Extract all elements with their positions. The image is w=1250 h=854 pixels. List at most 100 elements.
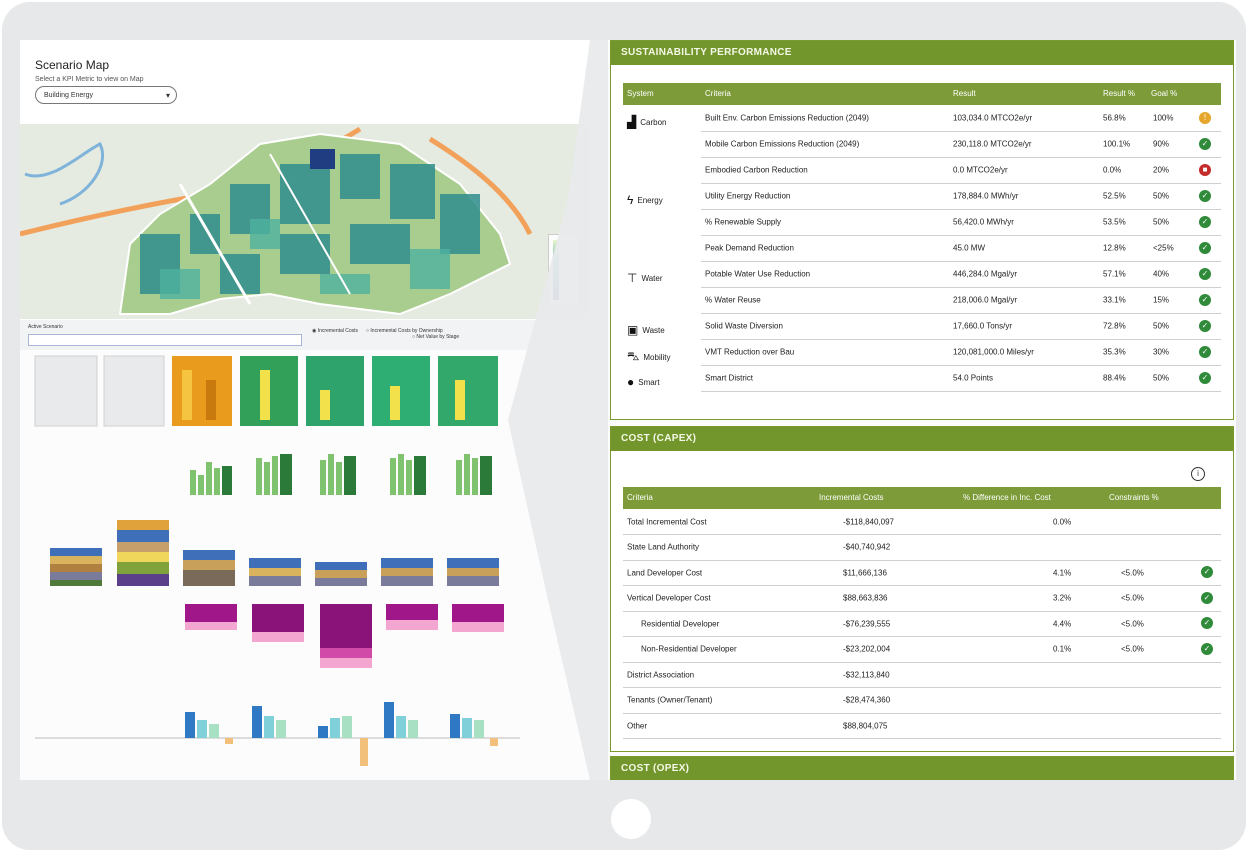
home-button[interactable] bbox=[611, 799, 651, 839]
result-cell: 54.0 Points bbox=[953, 373, 994, 383]
radio-label: Incremental Costs bbox=[317, 328, 359, 334]
incremental-cost-cell: -$23,202,004 bbox=[843, 644, 891, 654]
radio-net-value[interactable]: ○ Net Value by Stage bbox=[412, 334, 459, 340]
capex-header-row: Criteria Incremental Costs % Difference … bbox=[623, 487, 1221, 509]
check-icon: ✓ bbox=[1201, 566, 1213, 578]
opex-title: COST (OPEX) bbox=[611, 757, 1233, 780]
category-waste: ▣ Waste bbox=[627, 323, 665, 337]
car-icon: ⛍ bbox=[627, 349, 640, 363]
difference-cell: 0.1% bbox=[1053, 644, 1072, 654]
analytics-dashboard: Active Scenario ◉ Incremental Costs ○ In… bbox=[20, 320, 590, 780]
criteria-cell: Embodied Carbon Reduction bbox=[705, 165, 808, 175]
sustainability-panel: SUSTAINABILITY PERFORMANCE System Criter… bbox=[610, 40, 1234, 420]
sustainability-header-row: System Criteria Result Result % Goal % bbox=[623, 83, 1221, 105]
criteria-cell: Solid Waste Diversion bbox=[705, 321, 783, 331]
constraint-cell: <5.0% bbox=[1121, 619, 1144, 628]
scenario-panel: Scenario Map Select a KPI Metric to view… bbox=[20, 40, 590, 780]
criteria-cell: Total Incremental Cost bbox=[627, 517, 707, 526]
radio-incremental-costs[interactable]: ◉ Incremental Costs bbox=[312, 328, 358, 334]
bulb-icon: ● bbox=[627, 375, 635, 389]
criteria-cell: Tenants (Owner/Tenant) bbox=[627, 695, 713, 705]
constraint-cell: <5.0% bbox=[1121, 568, 1144, 577]
table-row: VMT Reduction over Bau 120,081,000.0 Mile… bbox=[701, 339, 1221, 366]
incremental-cost-cell: $88,804,075 bbox=[843, 721, 888, 730]
category-energy: ϟ Energy bbox=[627, 193, 663, 207]
result-cell: 446,284.0 Mgal/yr bbox=[953, 269, 1018, 279]
goal-pct-cell: 30% bbox=[1153, 347, 1170, 357]
category-label: Smart bbox=[638, 377, 660, 387]
check-icon: ✓ bbox=[1201, 617, 1213, 629]
result-pct-cell: 35.3% bbox=[1103, 347, 1126, 357]
result-pct-cell: 100.1% bbox=[1103, 139, 1131, 149]
goal-pct-cell: 15% bbox=[1153, 295, 1170, 305]
goal-pct-cell: 50% bbox=[1153, 217, 1170, 227]
header-result-pct: Result % bbox=[1103, 89, 1136, 98]
tablet-frame: Scenario Map Select a KPI Metric to view… bbox=[2, 2, 1246, 850]
scenario-subtitle: Select a KPI Metric to view on Map bbox=[35, 76, 144, 83]
table-row: Utility Energy Reduction 178,884.0 MWh/yr… bbox=[701, 183, 1221, 210]
table-row: Built Env. Carbon Emissions Reduction (2… bbox=[701, 105, 1221, 132]
scenario-map[interactable] bbox=[20, 124, 590, 319]
criteria-cell: VMT Reduction over Bau bbox=[705, 347, 795, 357]
lightning-icon: ϟ bbox=[627, 193, 634, 207]
check-icon: ✓ bbox=[1201, 642, 1213, 655]
criteria-cell: Peak Demand Reduction bbox=[705, 243, 794, 253]
chevron-down-icon: ▾ bbox=[165, 91, 170, 100]
metric-dropdown[interactable]: Building Energy ▾ bbox=[35, 86, 177, 104]
table-row: Potable Water Use Reduction 446,284.0 Mga… bbox=[701, 261, 1221, 288]
check-icon: ✓ bbox=[1199, 216, 1211, 228]
table-row: Vertical Developer Cost $88,663,836 3.2% <5… bbox=[623, 586, 1221, 612]
opex-panel[interactable]: COST (OPEX) bbox=[610, 756, 1234, 780]
table-row: Total Incremental Cost -$118,840,097 0.0% bbox=[623, 509, 1221, 535]
criteria-cell: State Land Authority bbox=[627, 542, 700, 552]
sustainability-title: SUSTAINABILITY PERFORMANCE bbox=[611, 41, 1233, 65]
faucet-icon: ⊤ bbox=[627, 271, 638, 285]
table-row: Residential Developer -$76,239,555 4.4% <5.… bbox=[623, 611, 1221, 637]
result-cell: 178,884.0 MWh/yr bbox=[953, 191, 1019, 201]
check-icon: ✓ bbox=[1199, 372, 1211, 384]
active-scenario-label: Active Scenario bbox=[28, 324, 63, 330]
criteria-cell: % Water Reuse bbox=[705, 295, 761, 305]
category-smart: ● Smart bbox=[627, 375, 660, 389]
table-row: Non-Residential Developer -$23,202,004 0.1… bbox=[623, 637, 1221, 663]
check-icon: ✓ bbox=[1199, 294, 1211, 306]
capex-title: COST (CAPEX) bbox=[611, 427, 1233, 451]
warning-icon: ! bbox=[1199, 112, 1211, 124]
sustainability-table: ▟ Carbon ϟ Energy ⊤ Water ▣ Waste ⛍ Mobility … bbox=[623, 105, 1221, 397]
constraint-cell: <5.0% bbox=[1121, 644, 1144, 654]
criteria-cell: Utility Energy Reduction bbox=[705, 191, 791, 201]
incremental-cost-cell: -$28,474,360 bbox=[843, 695, 891, 705]
criteria-cell: District Association bbox=[627, 670, 695, 679]
check-icon: ✓ bbox=[1199, 346, 1211, 358]
scenario-input[interactable] bbox=[28, 334, 302, 346]
category-label: Water bbox=[641, 273, 663, 283]
goal-pct-cell: 20% bbox=[1153, 165, 1170, 175]
header-result: Result bbox=[953, 89, 976, 98]
table-row: State Land Authority -$40,740,942 bbox=[623, 535, 1221, 561]
category-label: Waste bbox=[642, 325, 665, 335]
category-carbon: ▟ Carbon bbox=[627, 115, 666, 129]
goal-pct-cell: 50% bbox=[1153, 191, 1170, 201]
info-icon[interactable]: i bbox=[1191, 467, 1205, 481]
table-row: Smart District 54.0 Points 88.4% 50% ✓ bbox=[701, 365, 1221, 392]
metric-dropdown-value: Building Energy bbox=[44, 92, 94, 99]
check-icon: ✓ bbox=[1201, 591, 1213, 604]
header-system: System bbox=[627, 89, 654, 98]
check-icon: ✓ bbox=[1199, 242, 1211, 254]
table-row: Mobile Carbon Emissions Reduction (2049)… bbox=[701, 131, 1221, 158]
performance-panel: SUSTAINABILITY PERFORMANCE System Criter… bbox=[610, 40, 1234, 780]
scenario-title: Scenario Map bbox=[35, 58, 110, 72]
factory-icon: ▟ bbox=[627, 115, 637, 129]
result-pct-cell: 72.8% bbox=[1103, 321, 1126, 331]
error-icon: ■ bbox=[1199, 164, 1211, 176]
incremental-cost-cell: $11,666,136 bbox=[843, 568, 887, 577]
table-row: Other $88,804,075 bbox=[623, 713, 1221, 739]
capex-table: Total Incremental Cost -$118,840,097 0.0% S… bbox=[623, 509, 1221, 745]
incremental-cost-cell: -$32,113,840 bbox=[843, 670, 890, 679]
check-icon: ✓ bbox=[1199, 320, 1211, 332]
incremental-cost-cell: $88,663,836 bbox=[843, 593, 888, 603]
criteria-cell: Mobile Carbon Emissions Reduction (2049) bbox=[705, 139, 860, 149]
header-difference: % Difference in Inc. Cost bbox=[963, 493, 1051, 502]
criteria-cell: Smart District bbox=[705, 373, 753, 383]
header-criteria: Criteria bbox=[705, 89, 731, 98]
